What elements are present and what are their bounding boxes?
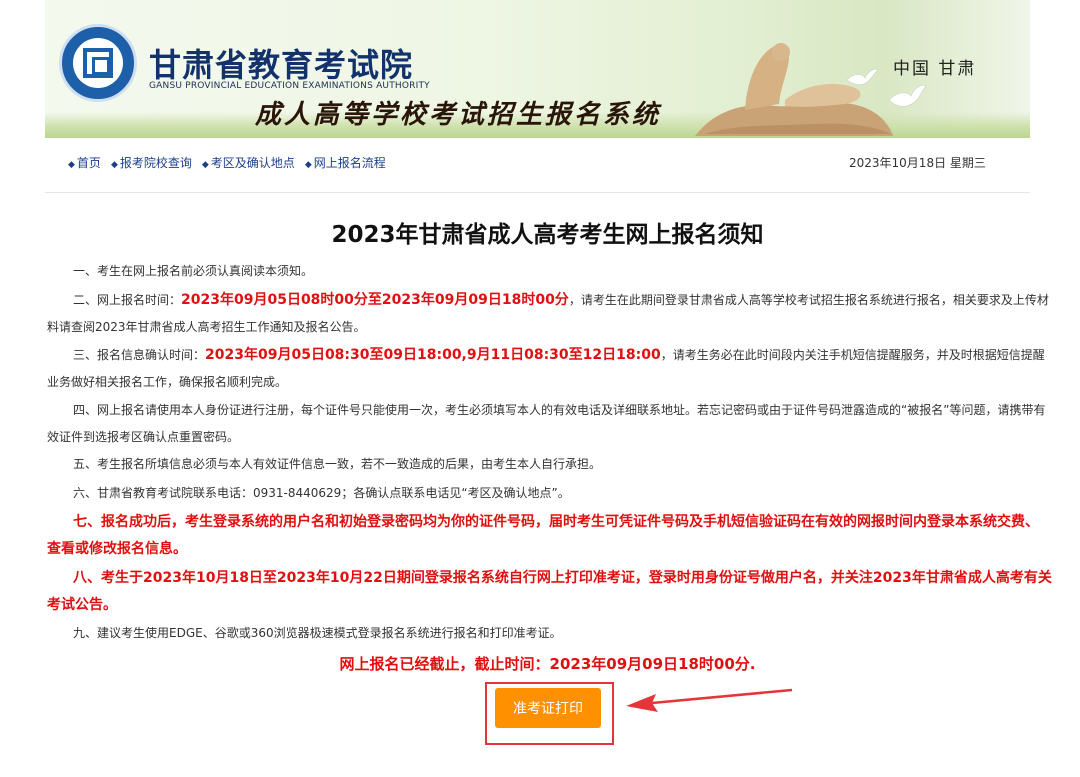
notice-item-3: 三、报名信息确认时间：2023年09月05日08:30至09日18:00,9月1…: [47, 347, 1045, 389]
notice-item-2: 二、网上报名时间：2023年09月05日08时00分至2023年09月09日18…: [47, 292, 1049, 334]
system-title: 成人高等学校考试招生报名系统: [255, 100, 662, 130]
page-title: 2023年甘肃省成人高考考生网上报名须知: [331, 222, 764, 248]
notice-item-1: 一、考生在网上报名前必须认真阅读本须知。: [73, 264, 314, 278]
diamond-bullet-icon: ◆: [304, 160, 312, 170]
dove-icon: [846, 68, 879, 86]
top-nav: ◆ 首页 ◆ 报考院校查询 ◆ 考区及确认地点 ◆ 网上报名流程: [68, 154, 386, 171]
nav-item-exam-locations[interactable]: ◆ 考区及确认地点: [202, 154, 295, 171]
org-name-en: GANSU PROVINCIAL EDUCATION EXAMINATIONS …: [149, 81, 430, 91]
current-date: 2023年10月18日 星期三: [849, 156, 986, 170]
header-banner: 甘肃省教育考试院 GANSU PROVINCIAL EDUCATION EXAM…: [45, 0, 1030, 138]
notice-item-9: 九、建议考生使用EDGE、谷歌或360浏览器极速模式登录报名系统进行报名和打印准…: [73, 626, 562, 640]
notice-item-8: 八、考生于2023年10月18日至2023年10月22日期间登录报名系统自行网上…: [47, 570, 1052, 613]
org-name-cn: 甘肃省教育考试院: [149, 46, 414, 84]
confirmation-time-highlight: 2023年09月05日08:30至09日18:00,9月11日08:30至12日…: [205, 347, 661, 363]
notice-item-7: 七、报名成功后，考生登录系统的用户名和初始登录密码均为你的证件号码，届时考生可凭…: [47, 514, 1039, 557]
nav-item-home[interactable]: ◆ 首页: [68, 154, 101, 171]
nav-item-school-query[interactable]: ◆ 报考院校查询: [111, 154, 192, 171]
registration-closed-notice: 网上报名已经截止，截止时间：2023年09月09日18时00分.: [339, 655, 756, 673]
emblem-logo-icon: [59, 24, 137, 102]
notice-item-6: 六、甘肃省教育考试院联系电话：0931-8440629；各确认点联系电话见“考区…: [73, 486, 570, 500]
pointer-arrow-icon: [626, 688, 793, 712]
dove-icon: [888, 85, 927, 107]
nav-item-registration-process[interactable]: ◆ 网上报名流程: [305, 154, 386, 171]
notice-item-4: 四、网上报名请使用本人身份证进行注册，每个证件号只能使用一次，考生必须填写本人的…: [47, 403, 1046, 444]
diamond-bullet-icon: ◆: [68, 160, 75, 170]
diamond-bullet-icon: ◆: [110, 160, 118, 170]
print-admission-ticket-button[interactable]: 准考证打印: [495, 688, 601, 728]
registration-time-highlight: 2023年09月05日08时00分至2023年09月09日18时00分: [181, 292, 569, 308]
diamond-bullet-icon: ◆: [201, 160, 209, 170]
header-divider: [45, 192, 1030, 193]
notice-item-5: 五、考生报名所填信息必须与本人有效证件信息一致，若不一致造成的后果，由考生本人自…: [73, 457, 602, 471]
region-label: 中国 甘肃: [893, 59, 977, 79]
